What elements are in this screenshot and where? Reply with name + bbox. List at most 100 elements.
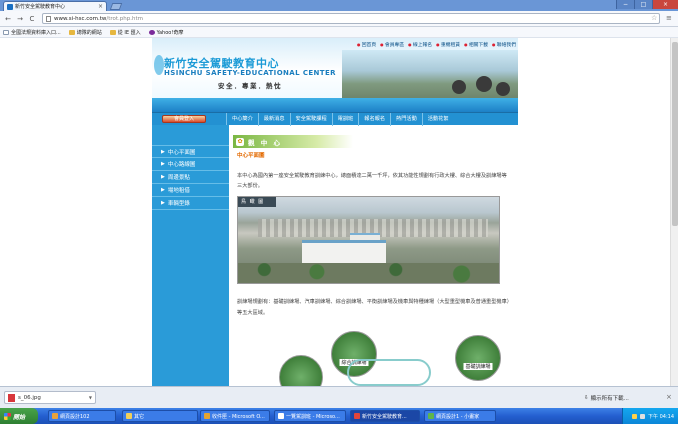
taskbar-button[interactable]: 網頁設計1 - 小畫家 [424, 410, 496, 422]
download-item[interactable]: s_06.jpg ▼ [4, 391, 96, 404]
windows-logo-icon [4, 412, 11, 420]
url-host: www.si-hsc.com.tw [54, 15, 107, 22]
motorcycle-rider-image [452, 80, 466, 94]
page-scrollbar[interactable] [670, 38, 678, 386]
banner-photo [342, 50, 518, 102]
system-tray: 下午 04:14 [622, 408, 678, 424]
arrow-right-icon: ▶ [161, 187, 165, 193]
page-icon [3, 29, 9, 35]
scrollbar-thumb[interactable] [672, 42, 678, 226]
top-nav: 回首頁 會員專區 線上報名 重機租賃 相關下載 聯絡我們 [357, 41, 516, 48]
maximize-button[interactable]: □ [634, 0, 652, 9]
site-slogan: 安全．專業．熱忱 [218, 82, 282, 90]
logo-emblem-icon [154, 55, 164, 75]
chrome-menu-icon[interactable]: ≡ [666, 14, 672, 22]
sidebar-item[interactable]: ▶ 周邊景點 [152, 171, 229, 184]
forward-button[interactable]: → [16, 15, 24, 23]
motorcycle-rider-image [476, 76, 492, 92]
building-image [302, 240, 386, 264]
site-favicon-icon [7, 3, 13, 10]
taskbar-button[interactable]: 一覽駕訓班 - Microso... [274, 410, 346, 422]
sidebar-item[interactable]: ▶ 中心平面圖 [152, 145, 229, 158]
outlook-icon [204, 413, 210, 419]
window-controls: − □ × [616, 0, 678, 9]
taskbar-button[interactable]: 網頁設計102 [48, 410, 116, 422]
tab-title: 新竹安全駕駛教育中心 [15, 4, 66, 10]
map-label: 基礎訓練場 [463, 363, 493, 370]
main-content: ✿ 觀 中 心 中心平面圖 本中心為國內第一座安全駕駛教育訓練中心，總面積達二萬… [231, 125, 518, 386]
page-info-icon[interactable] [46, 15, 51, 22]
bookmarks-bar: 全國法規資料庫入口... 總隊的網站 從 IE 匯入 Yahoo!奇摩 [0, 27, 678, 38]
bookmark-item[interactable]: Yahoo!奇摩 [148, 29, 183, 36]
download-icon: ⇩ [584, 395, 589, 401]
member-login-button[interactable]: 會員登入 [162, 115, 206, 123]
section-subtitle: 中心平面圖 [237, 153, 265, 159]
page-viewport: 回首頁 會員專區 線上報名 重機租賃 相關下載 聯絡我們 新竹安全駕駛教育中心 … [0, 38, 678, 386]
track-image [347, 359, 431, 386]
bookmark-star-icon[interactable]: ☆ [651, 14, 657, 22]
word-icon [278, 413, 284, 419]
image-file-icon [8, 393, 15, 402]
sidebar-item[interactable]: ▶ 中心路線圖 [152, 158, 229, 171]
sidebar-item[interactable]: ▶ 車輛型錄 [152, 197, 229, 210]
folder-icon [126, 413, 132, 419]
new-tab-button[interactable] [109, 3, 123, 10]
bookmark-item[interactable]: 從 IE 匯入 [109, 29, 141, 36]
bookmark-item[interactable]: 全國法規資料庫入口... [3, 29, 61, 36]
intro-paragraph: 本中心為國內第一座安全駕駛教育訓練中心，總面積達二萬一千坪，依其功能性規劃有行政… [237, 173, 507, 189]
sidebar-item[interactable]: ▶ 場地租借 [152, 184, 229, 197]
motorcycle-rider-image [496, 82, 510, 96]
download-filename: s_06.jpg [18, 394, 41, 401]
aerial-photo: 鳥 瞰 圖 [237, 196, 500, 284]
top-nav-link[interactable]: 線上報名 [408, 41, 432, 48]
aerial-caption: 鳥 瞰 圖 [238, 197, 276, 207]
back-button[interactable]: ← [4, 15, 12, 23]
main-nav: 會員登入 中心簡介 最新消息 安全駕駛課程 電訓班 報名報名 熱門活動 活動花絮 [152, 112, 518, 126]
download-bar: s_06.jpg ▼ ⇩ 顯示所有下載... × [0, 386, 678, 408]
tab-close-icon[interactable]: × [98, 3, 103, 10]
taskbar: 開始 網頁設計102 其它 收件匣 - Microsoft O... 一覽駕訓班… [0, 408, 678, 424]
browser-toolbar: ← → C www.si-hsc.com.tw/trot.php.htm ☆ ≡ [0, 11, 678, 27]
folder-icon [68, 29, 75, 35]
close-download-bar-icon[interactable]: × [666, 393, 672, 401]
section-header: ✿ 觀 中 心 [233, 135, 353, 148]
reload-button[interactable]: C [28, 15, 36, 23]
volume-icon[interactable] [640, 413, 645, 419]
arrow-right-icon: ▶ [161, 161, 165, 167]
chevron-down-icon[interactable]: ▼ [89, 395, 92, 400]
tab-strip: 新竹安全駕駛教育中心 × − □ × [0, 0, 678, 11]
taskbar-button[interactable]: 收件匣 - Microsoft O... [200, 410, 270, 422]
yahoo-icon [148, 29, 155, 35]
website: 回首頁 會員專區 線上報名 重機租賃 相關下載 聯絡我們 新竹安全駕駛教育中心 … [152, 38, 518, 386]
address-bar[interactable]: www.si-hsc.com.tw/trot.php.htm [42, 13, 660, 24]
top-nav-link[interactable]: 回首頁 [357, 41, 376, 48]
training-field-image: 基礎訓練場 [455, 335, 501, 381]
taskbar-button-active[interactable]: 新竹安全駕駛教育... [350, 410, 420, 422]
trees-image [238, 263, 499, 283]
show-all-downloads-link[interactable]: ⇩ 顯示所有下載... [584, 394, 629, 402]
chrome-icon [354, 413, 360, 419]
clock[interactable]: 下午 04:14 [648, 413, 674, 420]
sidebar: ▶ 中心平面圖 ▶ 中心路線圖 ▶ 周邊景點 ▶ 場地租借 ▶ 車輛型錄 [152, 125, 229, 386]
flower-icon: ✿ [236, 137, 244, 146]
taskbar-button[interactable]: 其它 [122, 410, 198, 422]
arrow-right-icon: ▶ [161, 148, 165, 155]
site-banner: 回首頁 會員專區 線上報名 重機租賃 相關下載 聯絡我們 新竹安全駕駛教育中心 … [152, 38, 518, 112]
bookmark-item[interactable]: 總隊的網站 [68, 29, 102, 36]
top-nav-link[interactable]: 相關下載 [464, 41, 488, 48]
arrow-right-icon: ▶ [161, 200, 165, 206]
site-map-diagram: 綜合訓練場 基礎訓練場 [279, 331, 505, 386]
tray-icon[interactable] [632, 413, 637, 419]
browser-tab[interactable]: 新竹安全駕駛教育中心 × [3, 1, 107, 11]
top-nav-link[interactable]: 重機租賃 [436, 41, 460, 48]
banner-wave [152, 98, 518, 112]
arrow-right-icon: ▶ [161, 174, 165, 180]
start-button[interactable]: 開始 [0, 408, 38, 424]
site-logo-english: HSINCHU SAFETY-EDUCATIONAL CENTER [164, 69, 336, 77]
top-nav-link[interactable]: 聯絡我們 [492, 41, 516, 48]
training-field-image [279, 355, 323, 386]
section-title: 觀 中 心 [248, 138, 283, 147]
top-nav-link[interactable]: 會員專區 [380, 41, 404, 48]
minimize-button[interactable]: − [616, 0, 634, 9]
close-window-button[interactable]: × [652, 0, 678, 9]
